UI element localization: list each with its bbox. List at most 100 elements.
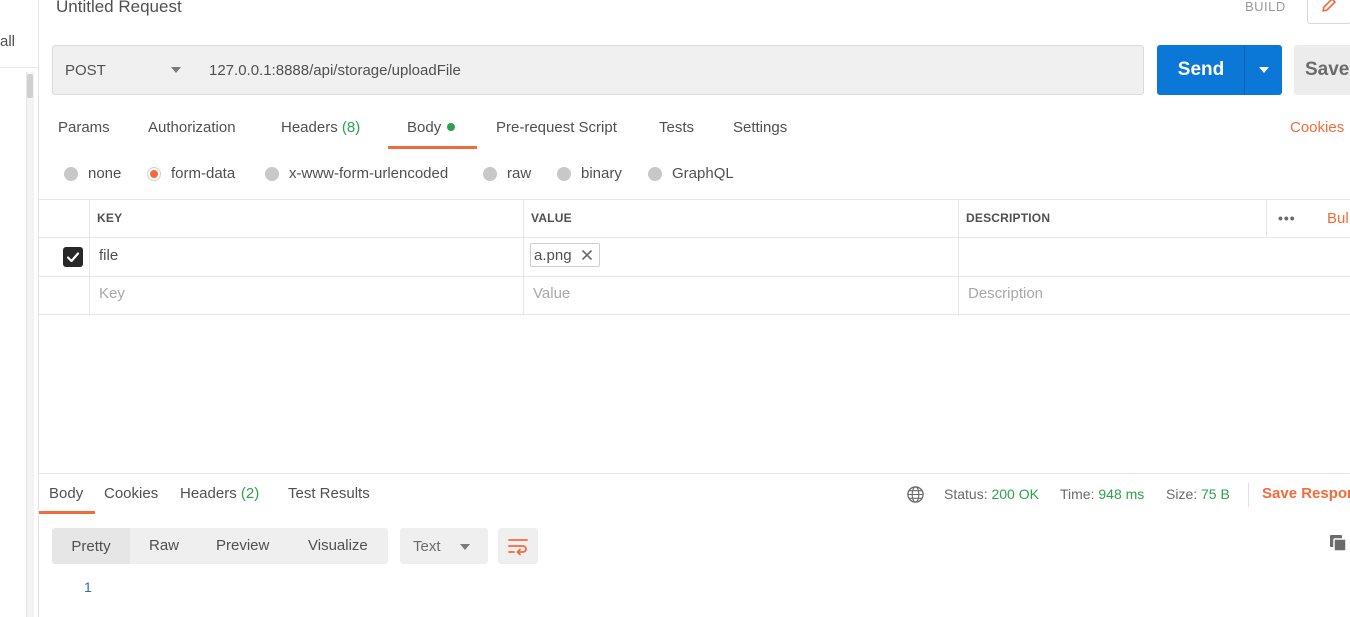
tab-headers-count: (8) [341,119,361,136]
new-description-input[interactable]: Description [968,285,1043,302]
cookies-link[interactable]: Cookies [1290,119,1344,136]
send-button[interactable]: Send [1157,45,1245,95]
edit-button[interactable] [1307,0,1350,24]
tab-authorization[interactable]: Authorization [148,119,236,136]
globe-icon[interactable] [906,485,925,508]
form-data-table: KEY VALUE DESCRIPTION ••• Bul file a.png… [39,199,1350,315]
column-header-key: KEY [97,211,123,225]
radio-icon [648,166,662,181]
pencil-icon [1322,0,1336,12]
status-dot-icon [447,123,456,132]
save-button[interactable]: Save [1294,45,1350,95]
body-type-label: form-data [171,165,236,182]
radio-icon [64,166,78,181]
close-icon[interactable] [581,249,593,261]
table-border [39,314,1350,315]
url-input[interactable]: 127.0.0.1:8888/api/storage/uploadFile [195,45,1144,95]
response-tab-headers-label: Headers [180,485,237,502]
response-tab-test-results[interactable]: Test Results [288,485,370,502]
radio-icon [483,166,497,181]
body-type-label: none [88,165,122,182]
time-value: 948 ms [1098,486,1145,502]
tab-params[interactable]: Params [58,119,110,136]
request-title[interactable]: Untitled Request [56,0,182,17]
view-preview-button[interactable]: Preview [216,537,269,554]
pane-divider[interactable] [39,473,1350,474]
body-type-label: GraphQL [672,165,734,182]
new-key-input[interactable]: Key [99,285,125,302]
body-type-urlencoded[interactable]: x-www-form-urlencoded [265,165,448,182]
table-border [39,199,1350,200]
tab-headers[interactable]: Headers (8) [281,119,360,136]
response-tab-headers-count: (2) [240,485,260,502]
size-value: 75 B [1201,486,1230,502]
radio-icon [265,166,279,181]
chevron-down-icon [1258,67,1269,73]
view-raw-button[interactable]: Raw [149,537,179,554]
table-border [89,199,90,315]
view-visualize-button[interactable]: Visualize [308,537,368,554]
body-type-label: x-www-form-urlencoded [289,165,449,182]
table-border [39,237,1350,238]
bulk-edit-link[interactable]: Bul [1327,210,1349,227]
response-time[interactable]: Time: 948 ms [1060,486,1144,502]
url-value: 127.0.0.1:8888/api/storage/uploadFile [209,61,461,79]
response-tab-body[interactable]: Body [49,485,83,502]
row-enabled-checkbox[interactable] [63,247,83,267]
table-border [523,199,524,315]
method-value: POST [65,61,106,79]
copy-icon[interactable] [1328,533,1348,557]
line-number: 1 [84,579,92,595]
tab-settings[interactable]: Settings [733,119,787,136]
tab-prerequest-script[interactable]: Pre-request Script [496,119,617,136]
view-mode-group: Pretty Raw Preview Visualize [52,528,388,564]
build-mode-label[interactable]: BUILD [1245,0,1286,14]
sidebar-tab-label[interactable]: all [0,33,15,50]
response-size[interactable]: Size: 75 B [1166,486,1230,502]
active-tab-indicator [388,146,477,149]
sidebar-scroll-thumb[interactable] [27,74,33,98]
response-tab-cookies[interactable]: Cookies [104,485,158,502]
view-pretty-button[interactable]: Pretty [52,528,130,564]
body-type-form-data[interactable]: form-data [147,165,235,182]
chevron-down-icon [460,544,470,550]
radio-selected-icon [147,166,161,181]
sidebar-divider [0,67,39,68]
body-type-label: raw [507,165,532,182]
chevron-down-icon [171,67,181,73]
ellipsis-icon[interactable]: ••• [1278,210,1296,226]
body-type-raw[interactable]: raw [483,165,531,182]
status-value: 200 OK [991,486,1039,502]
size-label: Size: [1166,486,1198,502]
divider [1248,483,1249,507]
time-label: Time: [1060,486,1095,502]
wrap-lines-icon [508,539,528,556]
column-header-description: DESCRIPTION [966,211,1051,225]
response-status: Status: 200 OK [944,486,1039,502]
status-label: Status: [944,486,988,502]
tab-tests[interactable]: Tests [659,119,694,136]
wrap-lines-button[interactable] [498,528,538,564]
table-border [1266,199,1267,237]
body-type-graphql[interactable]: GraphQL [648,165,734,182]
sidebar-scrollbar[interactable] [26,72,34,617]
method-select[interactable]: POST [52,45,196,95]
body-type-binary[interactable]: binary [557,165,622,182]
active-tab-indicator [39,511,95,514]
tab-body[interactable]: Body [407,119,456,136]
checkmark-icon [66,252,80,263]
tab-headers-label: Headers [281,119,338,136]
tab-body-label: Body [407,119,442,136]
response-tab-headers[interactable]: Headers (2) [180,485,259,502]
new-value-input[interactable]: Value [533,285,570,302]
format-select[interactable]: Text [400,528,488,564]
body-type-label: binary [581,165,622,182]
row-key[interactable]: file [99,247,118,264]
table-border [958,199,959,315]
body-type-none[interactable]: none [64,165,121,182]
save-response-button[interactable]: Save Respor [1262,485,1350,502]
view-pretty-label: Pretty [71,537,111,555]
column-header-value: VALUE [531,211,572,225]
send-options-button[interactable] [1244,45,1282,95]
file-chip[interactable]: a.png [530,243,600,267]
